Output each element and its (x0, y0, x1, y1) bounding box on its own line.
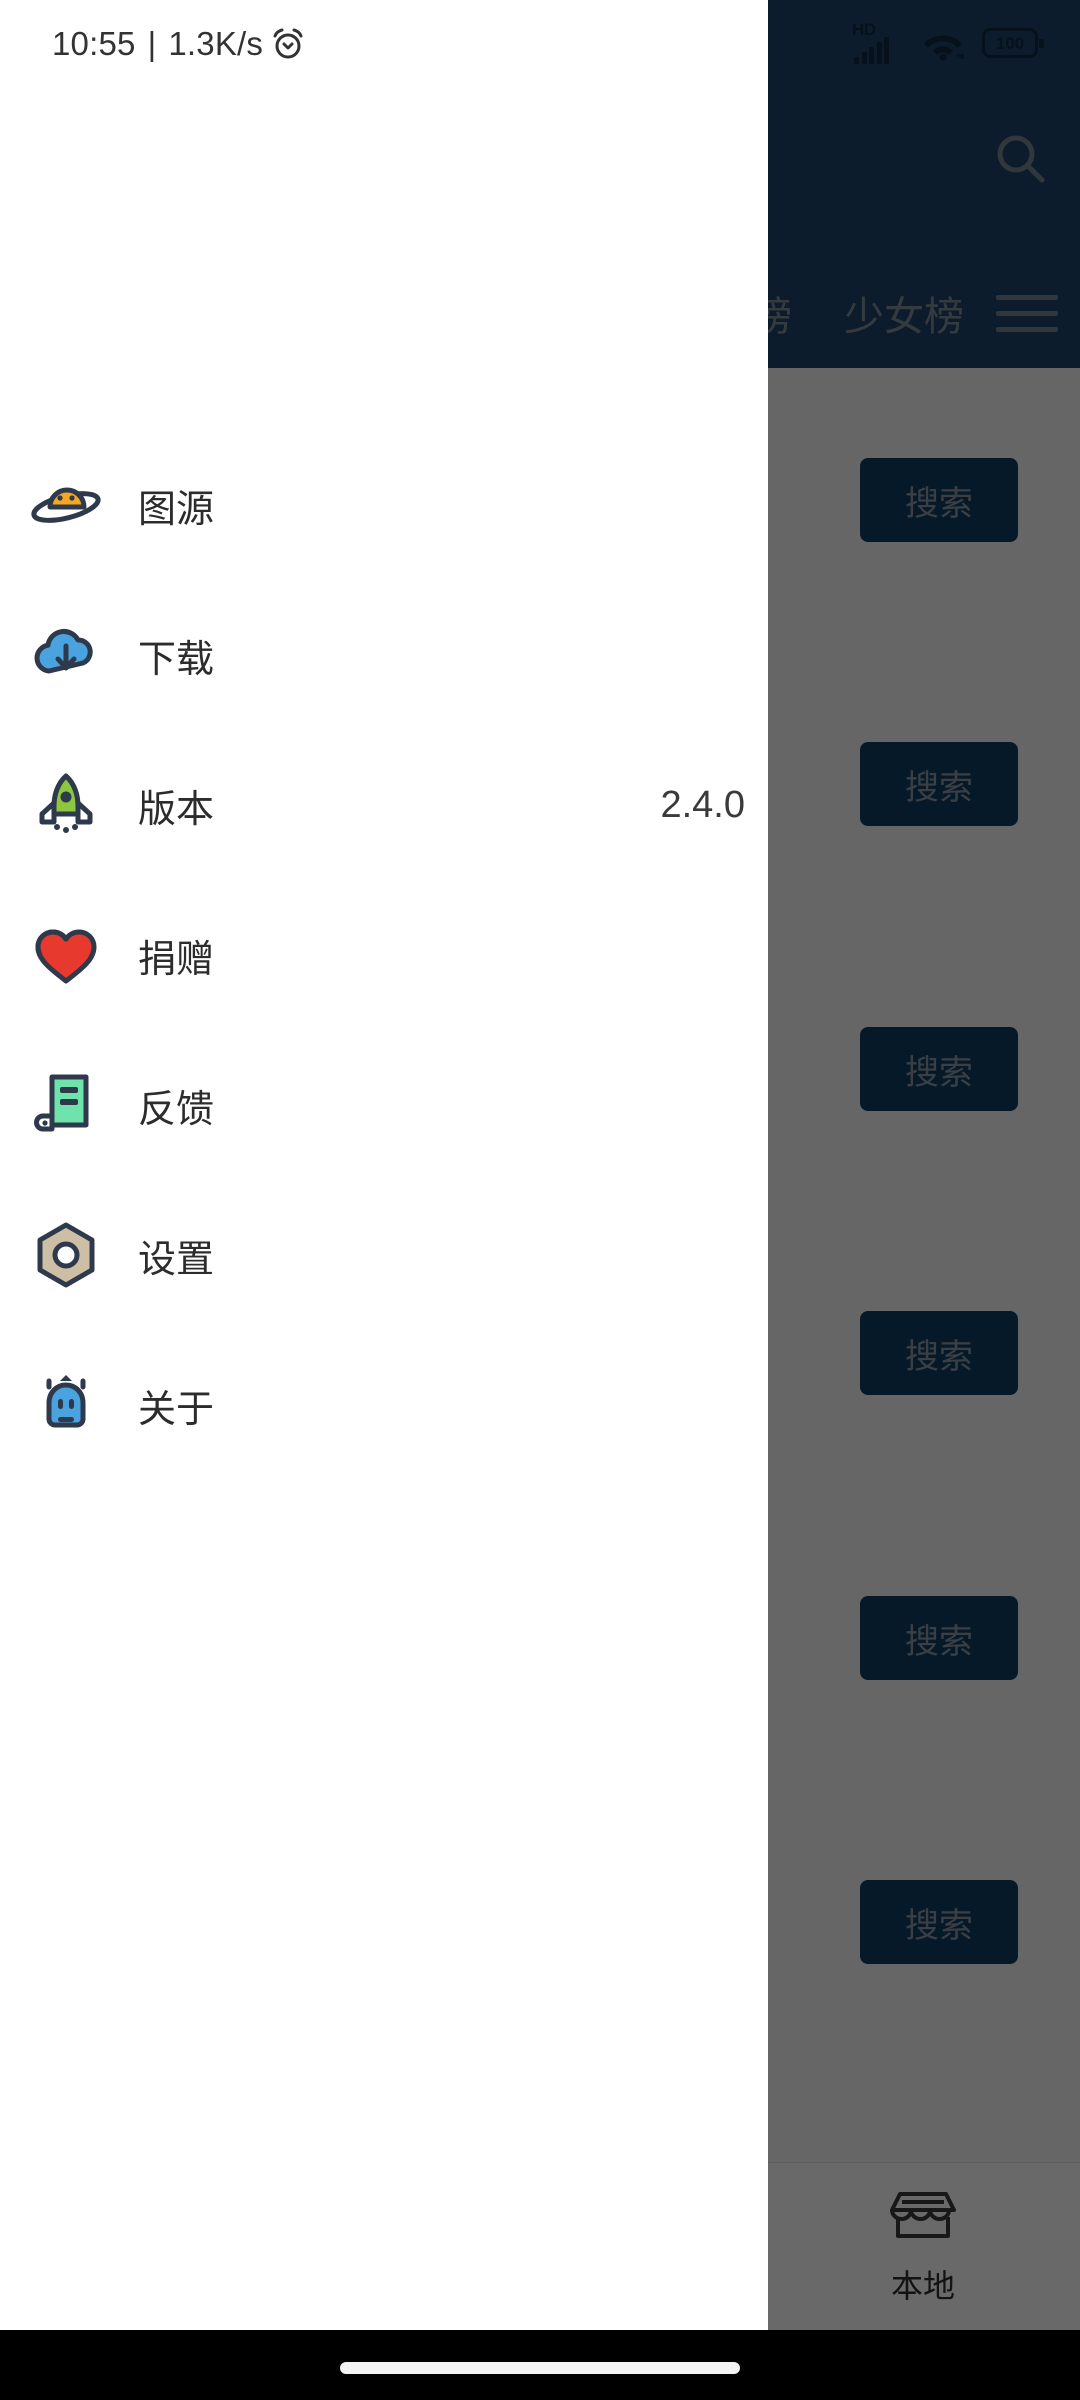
drawer-item-settings[interactable]: 设置 (0, 1180, 768, 1330)
drawer-item-label: 关于 (138, 1378, 214, 1433)
cloud-download-icon (30, 619, 102, 691)
status-netspeed: 1.3K/s (168, 25, 263, 63)
drawer-scrim-overlay[interactable] (768, 0, 1080, 2330)
drawer-item-label: 版本 (138, 778, 214, 833)
drawer-item-feedback[interactable]: 反馈 (0, 1030, 768, 1180)
heart-icon (30, 919, 102, 991)
drawer-item-label: 设置 (138, 1228, 214, 1283)
status-separator: | (148, 25, 157, 63)
drawer-item-label: 图源 (138, 478, 214, 533)
drawer-menu-list: 图源 下载 (0, 430, 768, 1480)
home-indicator[interactable] (340, 2362, 740, 2374)
drawer-item-donate[interactable]: 捐赠 (0, 880, 768, 1030)
drawer-item-value-version: 2.4.0 (660, 784, 745, 827)
rocket-icon (30, 769, 102, 841)
phone-screen: HD 100 (0, 0, 1080, 2400)
planet-icon (30, 469, 102, 541)
navigation-drawer: 10:55 | 1.3K/s (0, 0, 768, 2330)
drawer-item-about[interactable]: 关于 (0, 1330, 768, 1480)
status-bar-clock: 10:55 | 1.3K/s (0, 0, 768, 88)
drawer-item-image-source[interactable]: 图源 (0, 430, 768, 580)
drawer-item-label: 下载 (138, 628, 214, 683)
robot-icon (30, 1369, 102, 1441)
drawer-item-version[interactable]: 版本 2.4.0 (0, 730, 768, 880)
alarm-clock-icon (271, 27, 305, 61)
drawer-item-download[interactable]: 下载 (0, 580, 768, 730)
status-time: 10:55 (52, 25, 136, 63)
gesture-navigation-bar (0, 2330, 1080, 2400)
drawer-item-label: 捐赠 (138, 928, 214, 983)
drawer-item-label: 反馈 (138, 1078, 214, 1133)
feedback-scroll-icon (30, 1069, 102, 1141)
hex-nut-gear-icon (30, 1219, 102, 1291)
